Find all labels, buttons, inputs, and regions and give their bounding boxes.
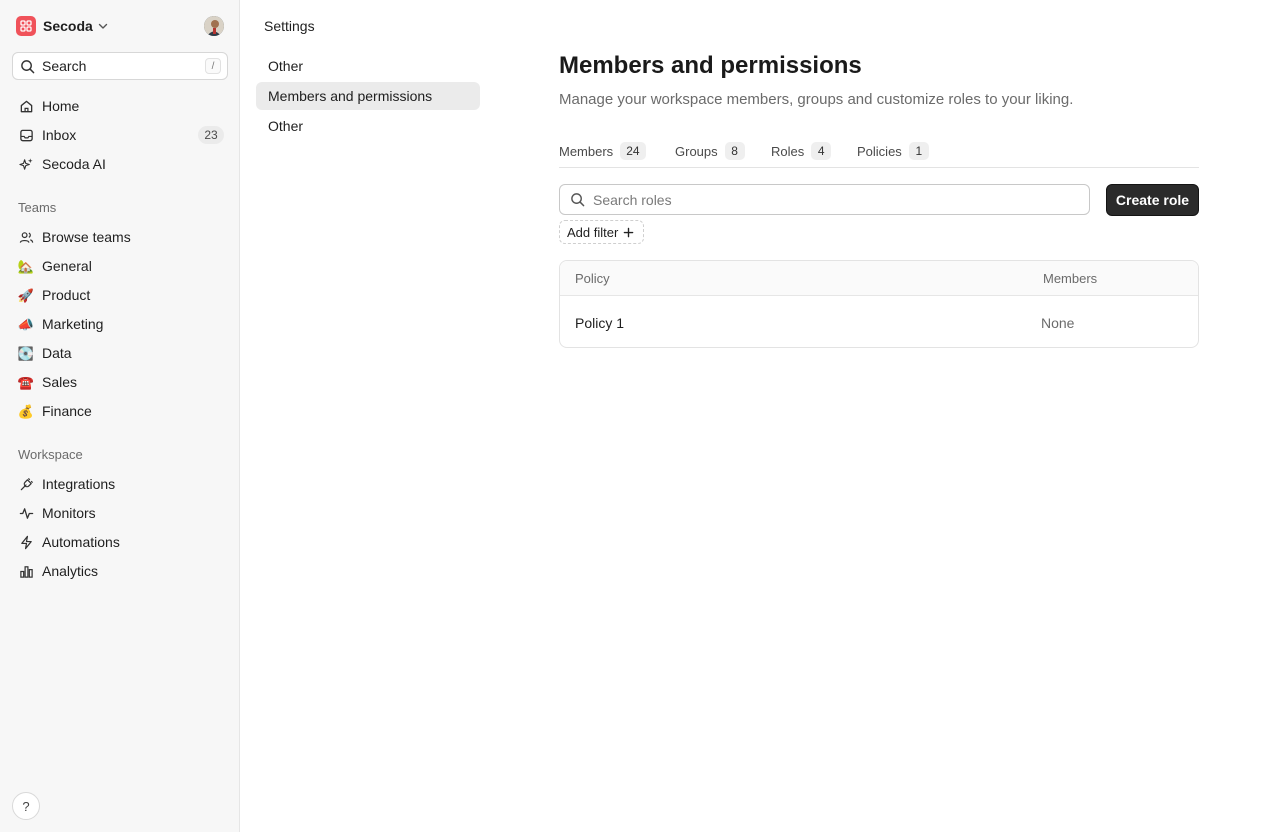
nav-item-label: Browse teams <box>42 229 131 245</box>
bolt-icon <box>18 534 34 550</box>
nav-item-label: General <box>42 258 92 274</box>
nav-item-label: Analytics <box>42 563 99 579</box>
chevron-down-icon <box>97 20 109 32</box>
nav-item-label: Finance <box>42 403 92 419</box>
nav-item-sales[interactable]: ☎️ Sales <box>12 369 228 395</box>
policy-members-cell: None <box>1041 315 1075 331</box>
sparkle-icon <box>18 156 34 172</box>
minidisc-emoji-icon: 💽 <box>17 345 35 361</box>
column-header-policy[interactable]: Policy <box>575 271 610 286</box>
teams-heading: Teams <box>18 200 57 215</box>
tab-count-badge: 4 <box>811 142 832 160</box>
inbox-count-badge: 23 <box>198 126 224 144</box>
search-roles-input[interactable]: Search roles <box>559 184 1090 215</box>
search-roles-placeholder: Search roles <box>593 191 672 208</box>
tab-members[interactable]: Members 24 <box>559 140 646 162</box>
sidebar: Secoda Search / Home Inbox 23 Secoda AI … <box>0 0 240 832</box>
search-input[interactable]: Search / <box>12 52 228 80</box>
page-title: Members and permissions <box>559 52 862 79</box>
nav-item-home[interactable]: Home <box>12 93 228 119</box>
nav-item-automations[interactable]: Automations <box>12 529 228 555</box>
nav-item-label: Monitors <box>42 505 96 521</box>
tab-label: Members <box>559 143 614 159</box>
table-row[interactable]: Policy 1 None <box>560 297 1198 347</box>
nav-item-label: Automations <box>42 534 120 550</box>
tab-count-badge: 1 <box>908 142 929 160</box>
nav-item-marketing[interactable]: 📣 Marketing <box>12 311 228 337</box>
nav-item-label: Secoda AI <box>42 156 106 172</box>
settings-item-members-and-permissions[interactable]: Members and permissions <box>256 82 480 110</box>
table-header: Policy Members <box>560 261 1198 296</box>
house-emoji-icon: 🏡 <box>17 258 35 274</box>
search-label: Search <box>42 58 87 74</box>
rocket-emoji-icon: 🚀 <box>17 287 35 303</box>
column-header-members[interactable]: Members <box>1043 271 1097 286</box>
help-button[interactable]: ? <box>12 792 40 820</box>
page-description: Manage your workspace members, groups an… <box>559 91 1074 108</box>
tab-groups[interactable]: Groups 8 <box>675 140 745 162</box>
plug-icon <box>18 476 34 492</box>
nav-item-label: Product <box>42 287 91 303</box>
secoda-logo-icon <box>16 16 36 36</box>
policy-name-cell: Policy 1 <box>575 315 625 331</box>
tab-label: Roles <box>771 143 805 159</box>
search-icon <box>20 59 35 74</box>
tab-count-badge: 24 <box>620 142 646 160</box>
add-filter-button[interactable]: Add filter <box>559 220 644 244</box>
tab-label: Policies <box>857 143 902 159</box>
nav-item-finance[interactable]: 💰 Finance <box>12 398 228 424</box>
nav-item-label: Integrations <box>42 476 116 492</box>
plus-icon <box>623 227 634 238</box>
pulse-icon <box>18 505 34 521</box>
add-filter-label: Add filter <box>567 224 619 240</box>
nav-item-inbox[interactable]: Inbox 23 <box>12 122 228 148</box>
nav-item-label: Data <box>42 345 72 361</box>
policies-table: Policy Members Policy 1 None <box>559 260 1199 348</box>
nav-item-product[interactable]: 🚀 Product <box>12 282 228 308</box>
settings-item-other[interactable]: Other <box>256 52 480 80</box>
home-icon <box>18 98 34 114</box>
inbox-icon <box>18 127 34 143</box>
workspace-heading: Workspace <box>18 447 83 462</box>
avatar[interactable] <box>204 16 224 36</box>
nav-item-secoda-ai[interactable]: Secoda AI <box>12 151 228 177</box>
search-icon <box>570 192 585 207</box>
people-icon <box>18 229 34 245</box>
telephone-emoji-icon: ☎️ <box>17 374 35 390</box>
nav-item-label: Marketing <box>42 316 104 332</box>
search-shortcut: / <box>205 58 221 74</box>
money-bag-emoji-icon: 💰 <box>17 403 35 419</box>
bar-chart-icon <box>18 563 34 579</box>
nav-item-data[interactable]: 💽 Data <box>12 340 228 366</box>
create-role-button[interactable]: Create role <box>1106 184 1199 216</box>
megaphone-emoji-icon: 📣 <box>17 316 35 332</box>
workspace-switcher[interactable]: Secoda <box>16 16 224 36</box>
tab-policies[interactable]: Policies 1 <box>857 140 929 162</box>
settings-title: Settings <box>264 18 315 34</box>
settings-item-other[interactable]: Other <box>256 112 480 140</box>
nav-item-general[interactable]: 🏡 General <box>12 253 228 279</box>
nav-item-label: Inbox <box>42 127 77 143</box>
tab-bar: Members 24 Groups 8 Roles 4 Policies 1 <box>559 138 1199 168</box>
nav-item-analytics[interactable]: Analytics <box>12 558 228 584</box>
nav-item-label: Home <box>42 98 80 114</box>
tab-roles[interactable]: Roles 4 <box>771 140 832 162</box>
nav-item-integrations[interactable]: Integrations <box>12 471 228 497</box>
nav-item-browse-teams[interactable]: Browse teams <box>12 224 228 250</box>
workspace-name: Secoda <box>43 18 93 34</box>
tab-label: Groups <box>675 143 718 159</box>
nav-item-monitors[interactable]: Monitors <box>12 500 228 526</box>
tab-count-badge: 8 <box>724 142 745 160</box>
nav-item-label: Sales <box>42 374 78 390</box>
